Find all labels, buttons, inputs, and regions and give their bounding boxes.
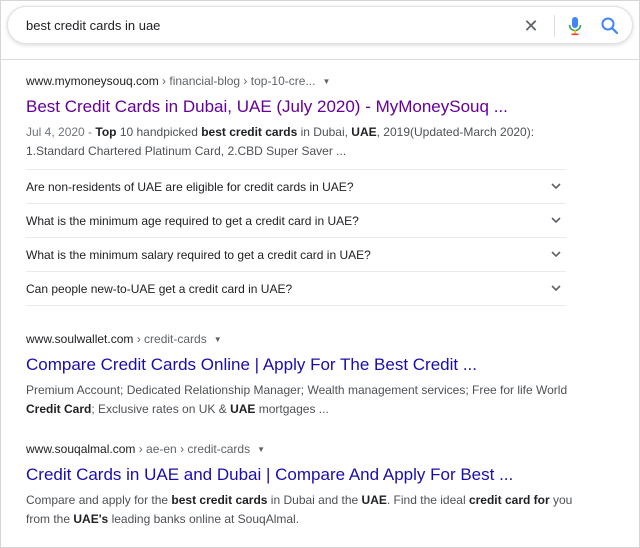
snippet-bold: UAE xyxy=(351,125,377,139)
search-result: www.soulwallet.com › credit-cards ▼ Compa… xyxy=(26,331,596,419)
question-text: What is the minimum salary required to g… xyxy=(26,248,371,262)
related-question[interactable]: What is the minimum salary required to g… xyxy=(26,237,566,271)
snippet-text: in Dubai and the xyxy=(267,493,362,507)
question-text: Can people new-to-UAE get a credit card … xyxy=(26,282,293,296)
result-path: › ae-en › credit-cards xyxy=(135,442,251,456)
snippet-text: in Dubai, xyxy=(297,125,352,139)
search-result: www.mymoneysouq.com › financial-blog › t… xyxy=(26,73,596,161)
search-box-divider xyxy=(554,15,555,37)
result-title[interactable]: Compare Credit Cards Online | Apply For … xyxy=(26,354,596,376)
snippet-bold: UAE xyxy=(230,402,256,416)
related-questions: Are non-residents of UAE are eligible fo… xyxy=(26,169,566,306)
snippet-bold: UAE's xyxy=(73,512,109,526)
snippet-text: mortgages ... xyxy=(255,402,329,416)
search-results-page: best credit cards in uae ✕ www.mymoneyso… xyxy=(0,0,640,548)
search-input[interactable]: best credit cards in uae xyxy=(26,16,496,36)
chevron-down-icon xyxy=(551,217,561,224)
snippet-text: 10 handpicked xyxy=(116,125,202,139)
result-url[interactable]: www.souqalmal.com › ae-en › credit-cards… xyxy=(26,441,596,458)
search-result: www.souqalmal.com › ae-en › credit-cards… xyxy=(26,441,596,529)
snippet-text: Premium Account; Dedicated Relationship … xyxy=(26,383,568,397)
result-url[interactable]: www.mymoneysouq.com › financial-blog › t… xyxy=(26,73,596,90)
snippet-bold: best credit cards xyxy=(171,493,268,507)
search-header: best credit cards in uae ✕ xyxy=(1,1,639,60)
search-box[interactable]: best credit cards in uae ✕ xyxy=(7,6,633,44)
chevron-down-icon xyxy=(551,183,561,190)
chevron-down-icon xyxy=(551,251,561,258)
snippet-text: . Find the ideal xyxy=(386,493,469,507)
dropdown-arrow-icon[interactable]: ▼ xyxy=(257,442,265,458)
dropdown-arrow-icon[interactable]: ▼ xyxy=(214,332,222,348)
snippet-text: leading banks online at SouqAlmal. xyxy=(108,512,300,526)
chevron-down-icon xyxy=(551,285,561,292)
microphone-icon[interactable] xyxy=(564,14,586,38)
snippet-bold: best credit cards xyxy=(201,125,298,139)
result-domain: www.souqalmal.com xyxy=(26,442,136,456)
snippet-text: ; Exclusive rates on UK & xyxy=(91,402,231,416)
result-domain: www.soulwallet.com xyxy=(26,332,134,346)
snippet-bold: for xyxy=(533,493,550,507)
dropdown-arrow-icon[interactable]: ▼ xyxy=(322,74,330,90)
result-snippet: Compare and apply for the best credit ca… xyxy=(26,491,596,529)
snippet-bold: Top xyxy=(95,125,117,139)
close-icon[interactable]: ✕ xyxy=(520,15,542,37)
snippet-text: Compare and apply for the xyxy=(26,493,172,507)
result-snippet: Premium Account; Dedicated Relationship … xyxy=(26,381,596,419)
result-url[interactable]: www.soulwallet.com › credit-cards ▼ xyxy=(26,331,596,348)
related-question[interactable]: Can people new-to-UAE get a credit card … xyxy=(26,271,566,306)
result-domain: www.mymoneysouq.com xyxy=(26,74,159,88)
result-title[interactable]: Credit Cards in UAE and Dubai | Compare … xyxy=(26,464,596,486)
result-title[interactable]: Best Credit Cards in Dubai, UAE (July 20… xyxy=(26,96,596,118)
question-text: What is the minimum age required to get … xyxy=(26,214,359,228)
result-date: Jul 4, 2020 - xyxy=(26,125,96,139)
result-snippet: Jul 4, 2020 - Top 10 handpicked best cre… xyxy=(26,123,596,161)
snippet-bold: Credit Card xyxy=(26,402,92,416)
snippet-bold: credit card xyxy=(468,493,531,507)
result-path: › financial-blog › top-10-cre... xyxy=(158,74,316,88)
question-text: Are non-residents of UAE are eligible fo… xyxy=(26,180,354,194)
result-path: › credit-cards xyxy=(133,332,207,346)
related-question[interactable]: What is the minimum age required to get … xyxy=(26,203,566,237)
search-icon[interactable] xyxy=(598,14,622,38)
snippet-bold: UAE xyxy=(361,493,387,507)
related-question[interactable]: Are non-residents of UAE are eligible fo… xyxy=(26,169,566,203)
